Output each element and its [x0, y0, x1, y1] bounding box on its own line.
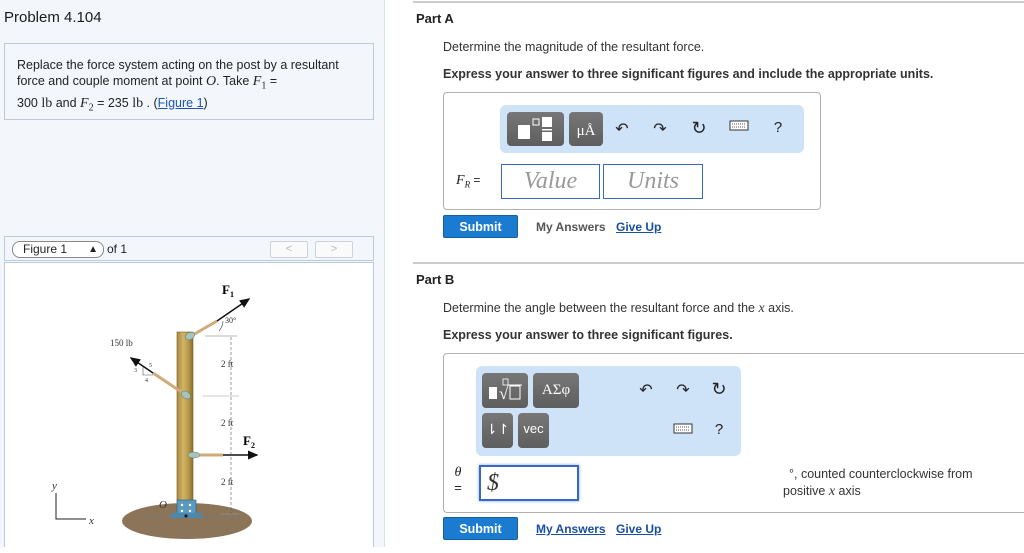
figure-area: F1 30° 150 lb 3 4 5 2 ft 2 ft 2 ft F2 O … — [4, 262, 374, 547]
figure-count: of 1 — [107, 242, 128, 256]
f1-unit: lb — [41, 95, 53, 111]
part-a-my-answers[interactable]: My Answers — [536, 220, 606, 234]
templates-icon — [518, 117, 552, 141]
dim1-label: 2 ft — [221, 359, 234, 369]
redo-icon[interactable]: ↷ — [650, 119, 670, 139]
xy-axes — [55, 493, 86, 520]
figure-link[interactable]: Figure 1 — [158, 96, 204, 110]
part-a-answer-box: μÅ ↶ ↷ ↻ ? FR = Value Units — [443, 92, 821, 210]
statement-text: Replace the force system acting on the p… — [17, 58, 339, 88]
statement-text: = — [266, 74, 278, 88]
statement-text: ) — [203, 95, 208, 110]
figure-select[interactable]: Figure 1 ▲ — [12, 241, 104, 258]
undo-icon[interactable]: ↶ — [612, 119, 632, 139]
keyboard-icon[interactable] — [673, 421, 693, 439]
point-o-label: O — [159, 499, 167, 511]
slope-5-label: 5 — [149, 363, 152, 369]
part-b-divider — [413, 262, 1024, 264]
f1-value: 300 — [17, 95, 42, 110]
templates-button[interactable] — [507, 112, 564, 146]
f1-cable — [190, 319, 218, 338]
part-b-give-up[interactable]: Give Up — [616, 522, 661, 536]
part-a-title: Part A — [416, 11, 454, 26]
statement-text: . Take — [216, 74, 253, 88]
figure-navigation: Figure 1 ▲ of 1 < > — [4, 236, 374, 261]
part-a-give-up[interactable]: Give Up — [616, 220, 661, 234]
value-input[interactable]: Value — [501, 164, 600, 199]
help-button[interactable]: ? — [709, 421, 729, 438]
slope-3-label: 3 — [134, 368, 137, 374]
150lb-label: 150 lb — [110, 338, 133, 348]
dim3-label: 2 ft — [221, 477, 234, 487]
statement-text: . ( — [143, 95, 158, 110]
part-a-question: Determine the magnitude of the resultant… — [443, 40, 705, 54]
part-b-question: Determine the angle between the resultan… — [443, 301, 794, 316]
part-a-toolbar: μÅ ↶ ↷ ↻ ? — [500, 105, 804, 153]
f2-label: F2 — [243, 433, 255, 450]
templates-button[interactable]: √ — [482, 373, 528, 408]
dim2-label: 2 ft — [221, 418, 234, 428]
f2-symbol: F — [80, 95, 89, 111]
next-figure-button[interactable]: > — [315, 241, 353, 258]
help-button[interactable]: ? — [768, 119, 788, 136]
post-diagram: F1 30° 150 lb 3 4 5 2 ft 2 ft 2 ft F2 O … — [51, 282, 259, 539]
y-axis-label: y — [51, 480, 57, 492]
part-a-divider — [413, 1, 1024, 3]
part-b-title: Part B — [416, 272, 455, 287]
part-a-instruction: Express your answer to three significant… — [443, 67, 934, 81]
part-b-instruction: Express your answer to three significant… — [443, 328, 733, 342]
reset-icon[interactable]: ↻ — [709, 379, 729, 400]
theta-label: θ = — [454, 465, 462, 495]
slope-4-label: 4 — [145, 378, 148, 384]
part-b-toolbar: √ ΑΣφ ⇂↾ vec ↶ ↷ ↻ ? — [476, 366, 741, 456]
arrows-button[interactable]: ⇂↾ — [482, 413, 513, 448]
problem-title: Problem 4.104 — [4, 9, 102, 26]
problem-statement: Replace the force system acting on the p… — [4, 43, 374, 120]
greek-letters-button[interactable]: ΑΣφ — [533, 373, 579, 408]
redo-icon[interactable]: ↷ — [673, 380, 693, 400]
angle-label: 30° — [225, 316, 236, 325]
undo-icon[interactable]: ↶ — [636, 380, 656, 400]
part-a-submit-button[interactable]: Submit — [443, 215, 518, 238]
keyboard-icon[interactable] — [729, 118, 749, 136]
f2-unit: lb — [132, 95, 144, 111]
prev-figure-button[interactable]: < — [270, 241, 308, 258]
f1-label: F1 — [222, 282, 234, 299]
reset-icon[interactable]: ↻ — [689, 118, 709, 139]
angle-input[interactable]: $ — [479, 465, 579, 501]
units-input[interactable]: Units — [603, 164, 703, 199]
panel-divider — [384, 0, 385, 547]
angle-unit-note: °, counted counterclockwise from positive… — [783, 467, 973, 499]
questions-panel: Part A Determine the magnitude of the re… — [400, 0, 1024, 547]
fr-label: FR = — [456, 173, 481, 190]
wooden-post — [176, 331, 194, 503]
f2-value: = 235 — [93, 95, 133, 110]
units-button[interactable]: μÅ — [569, 112, 603, 146]
figure-select-value: Figure 1 — [23, 242, 68, 256]
point-o: O — [206, 74, 217, 89]
vec-button[interactable]: vec — [518, 413, 549, 448]
select-spinner-icon: ▲ — [88, 244, 98, 255]
svg-text:√: √ — [499, 384, 509, 403]
x-axis-label: x — [88, 515, 94, 527]
problem-panel: Problem 4.104 Replace the force system a… — [0, 0, 384, 547]
root-template-icon: √ — [489, 378, 522, 403]
part-b-my-answers[interactable]: My Answers — [536, 522, 606, 536]
part-b-answer-box: √ ΑΣφ ⇂↾ vec ↶ ↷ ↻ ? θ = $ °, counted cou… — [443, 353, 1024, 513]
statement-text: and — [52, 95, 81, 110]
part-b-submit-button[interactable]: Submit — [443, 517, 518, 540]
